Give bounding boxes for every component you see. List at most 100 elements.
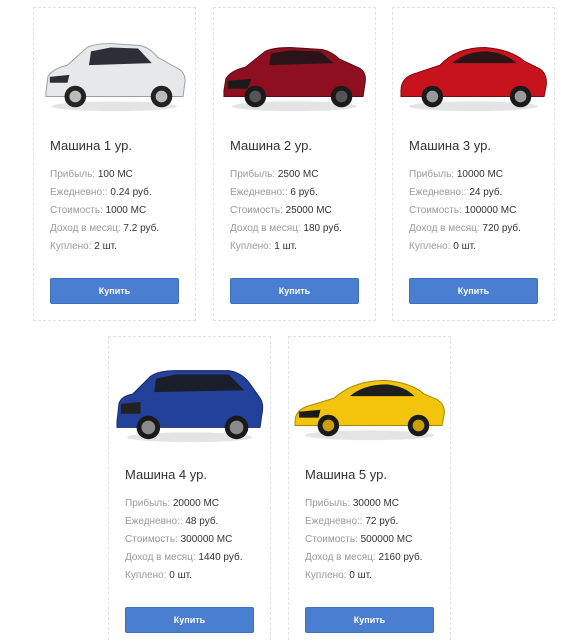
car-image (111, 351, 268, 449)
car-image (36, 22, 193, 120)
profit-label: Прибыль: (409, 169, 455, 180)
bought-row: Куплено: 2 шт. (50, 238, 159, 256)
car-image (291, 351, 448, 449)
daily-label: Ежедневно:: (230, 187, 288, 198)
car-card-5: Машина 5 ур. Прибыль: 30000 МС Ежедневно… (288, 336, 451, 640)
profit-row: Прибыль: 2500 МС (230, 166, 342, 184)
daily-label: Ежедневно:: (305, 516, 363, 527)
profit-value: 100 МС (97, 169, 133, 180)
buy-button[interactable]: Купить (50, 278, 179, 304)
profit-row: Прибыль: 30000 МС (305, 495, 423, 513)
cost-row: Стоимость: 25000 МС (230, 202, 342, 220)
buy-button[interactable]: Купить (230, 278, 359, 304)
car-card-1: Машина 1 ур. Прибыль: 100 МС Ежедневно::… (33, 7, 196, 321)
cost-label: Стоимость: (409, 205, 462, 216)
profit-label: Прибыль: (125, 498, 171, 509)
car-image (395, 22, 552, 120)
cost-value: 500000 МС (360, 534, 413, 545)
cost-row: Стоимость: 500000 МС (305, 531, 423, 549)
cost-label: Стоимость: (230, 205, 283, 216)
daily-label: Ежедневно:: (50, 187, 108, 198)
daily-row: Ежедневно:: 0.24 руб. (50, 184, 159, 202)
buy-button[interactable]: Купить (125, 607, 254, 633)
buy-button[interactable]: Купить (305, 607, 434, 633)
profit-value: 30000 МС (352, 498, 399, 509)
bought-label: Куплено: (125, 570, 167, 581)
monthly-label: Доход в месяц: (230, 223, 301, 234)
cost-value: 300000 МС (180, 534, 233, 545)
monthly-row: Доход в месяц: 2160 руб. (305, 549, 423, 567)
daily-value: 72 руб. (365, 516, 399, 527)
card-stats: Прибыль: 10000 МС Ежедневно:: 24 руб. Ст… (409, 166, 521, 256)
monthly-row: Доход в месяц: 720 руб. (409, 220, 521, 238)
monthly-row: Доход в месяц: 7.2 руб. (50, 220, 159, 238)
card-title: Машина 2 ур. (230, 138, 312, 153)
card-title: Машина 4 ур. (125, 467, 207, 482)
bought-label: Куплено: (409, 241, 451, 252)
bought-value: 0 шт. (349, 570, 372, 581)
profit-row: Прибыль: 100 МС (50, 166, 159, 184)
profit-value: 10000 МС (456, 169, 503, 180)
daily-row: Ежедневно:: 48 руб. (125, 513, 243, 531)
cost-label: Стоимость: (50, 205, 103, 216)
card-title: Машина 5 ур. (305, 467, 387, 482)
buy-button[interactable]: Купить (409, 278, 538, 304)
monthly-label: Доход в месяц: (50, 223, 121, 234)
bought-value: 1 шт. (274, 241, 297, 252)
card-stats: Прибыль: 100 МС Ежедневно:: 0.24 руб. Ст… (50, 166, 159, 256)
daily-value: 0.24 руб. (110, 187, 152, 198)
profit-value: 2500 МС (277, 169, 319, 180)
monthly-row: Доход в месяц: 1440 руб. (125, 549, 243, 567)
car-card-3: Машина 3 ур. Прибыль: 10000 МС Ежедневно… (392, 7, 555, 321)
card-stats: Прибыль: 30000 МС Ежедневно:: 72 руб. Ст… (305, 495, 423, 585)
cost-value: 1000 МС (105, 205, 147, 216)
daily-value: 6 руб. (290, 187, 318, 198)
monthly-value: 7.2 руб. (123, 223, 160, 234)
cost-row: Стоимость: 300000 МС (125, 531, 243, 549)
monthly-value: 2160 руб. (378, 552, 423, 563)
bought-row: Куплено: 1 шт. (230, 238, 342, 256)
cost-row: Стоимость: 1000 МС (50, 202, 159, 220)
daily-row: Ежедневно:: 6 руб. (230, 184, 342, 202)
bought-row: Куплено: 0 шт. (305, 567, 423, 585)
card-title: Машина 1 ур. (50, 138, 132, 153)
car-image (216, 22, 373, 120)
profit-value: 20000 МС (172, 498, 219, 509)
profit-label: Прибыль: (305, 498, 351, 509)
monthly-label: Доход в месяц: (305, 552, 376, 563)
daily-row: Ежедневно:: 24 руб. (409, 184, 521, 202)
cost-value: 100000 МС (464, 205, 517, 216)
monthly-row: Доход в месяц: 180 руб. (230, 220, 342, 238)
monthly-label: Доход в месяц: (125, 552, 196, 563)
daily-label: Ежедневно:: (409, 187, 467, 198)
profit-label: Прибыль: (230, 169, 276, 180)
daily-value: 24 руб. (469, 187, 503, 198)
car-card-2: Машина 2 ур. Прибыль: 2500 МС Ежедневно:… (213, 7, 376, 321)
card-title: Машина 3 ур. (409, 138, 491, 153)
bought-label: Куплено: (305, 570, 347, 581)
bought-value: 0 шт. (453, 241, 476, 252)
monthly-label: Доход в месяц: (409, 223, 480, 234)
cost-value: 25000 МС (285, 205, 332, 216)
profit-row: Прибыль: 10000 МС (409, 166, 521, 184)
bought-row: Куплено: 0 шт. (125, 567, 243, 585)
cost-row: Стоимость: 100000 МС (409, 202, 521, 220)
cost-label: Стоимость: (125, 534, 178, 545)
bought-label: Куплено: (50, 241, 92, 252)
monthly-value: 720 руб. (482, 223, 521, 234)
bought-value: 2 шт. (94, 241, 117, 252)
daily-value: 48 руб. (185, 516, 219, 527)
daily-row: Ежедневно:: 72 руб. (305, 513, 423, 531)
monthly-value: 1440 руб. (198, 552, 243, 563)
card-stats: Прибыль: 20000 МС Ежедневно:: 48 руб. Ст… (125, 495, 243, 585)
profit-row: Прибыль: 20000 МС (125, 495, 243, 513)
daily-label: Ежедневно:: (125, 516, 183, 527)
bought-value: 0 шт. (169, 570, 192, 581)
monthly-value: 180 руб. (303, 223, 342, 234)
profit-label: Прибыль: (50, 169, 96, 180)
cost-label: Стоимость: (305, 534, 358, 545)
car-card-4: Машина 4 ур. Прибыль: 20000 МС Ежедневно… (108, 336, 271, 640)
bought-label: Куплено: (230, 241, 272, 252)
card-stats: Прибыль: 2500 МС Ежедневно:: 6 руб. Стои… (230, 166, 342, 256)
bought-row: Куплено: 0 шт. (409, 238, 521, 256)
